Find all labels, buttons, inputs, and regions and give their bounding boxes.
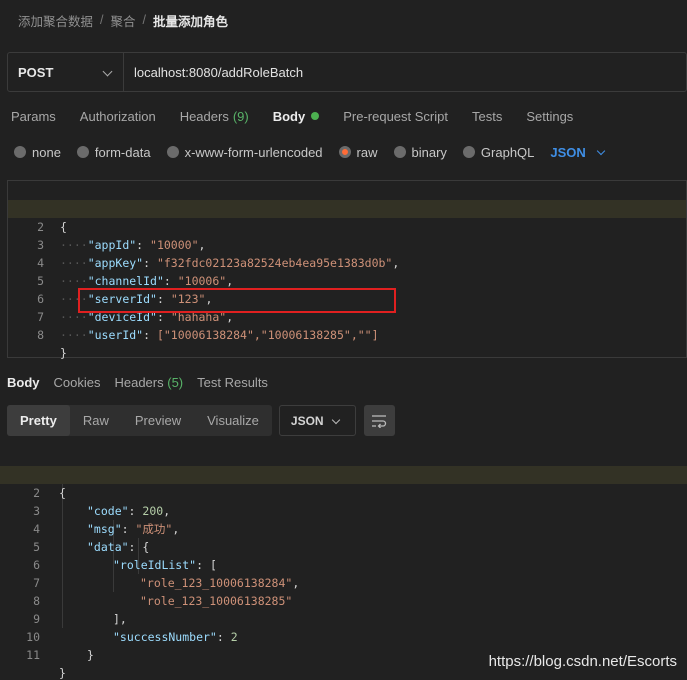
code-line: 11 } — [0, 628, 687, 680]
response-tab-cookies[interactable]: Cookies — [54, 375, 101, 390]
code-line: 6 "role_123_10006138284", — [0, 538, 687, 590]
breadcrumb-current-request[interactable]: 批量添加角色 — [153, 11, 228, 30]
code-line: 7 "role_123_10006138285" — [0, 556, 687, 608]
view-preview-button[interactable]: Preview — [122, 405, 194, 436]
response-tab-body[interactable]: Body — [7, 375, 40, 390]
response-view-toolbar: Pretty Raw Preview Visualize JSON — [7, 405, 395, 436]
response-tab-headers[interactable]: Headers (5) — [114, 375, 183, 390]
chevron-down-icon — [596, 146, 606, 155]
tab-prerequest-script[interactable]: Pre-request Script — [343, 109, 448, 124]
radio-raw-label: raw — [356, 144, 378, 160]
radio-graphql[interactable]: GraphQL — [462, 144, 535, 160]
watermark: https://blog.csdn.net/Escorts — [488, 653, 677, 670]
radio-binary-label: binary — [411, 144, 447, 160]
tab-settings[interactable]: Settings — [526, 109, 573, 124]
code-text: } — [60, 344, 67, 362]
code-line: 3 ····"appKey": "f32fdc02123a82524eb4ea9… — [8, 218, 686, 270]
code-line: 9 "successNumber": 2 — [0, 592, 687, 644]
code-line: 1 { — [0, 448, 687, 500]
wrap-lines-icon — [372, 414, 387, 428]
response-tab-test-results[interactable]: Test Results — [197, 375, 268, 390]
code-line: 5 ····"serverId": "123", — [8, 254, 686, 306]
radio-binary[interactable]: binary — [393, 144, 447, 160]
radio-raw[interactable]: raw — [338, 144, 378, 160]
tab-headers-label: Headers — [179, 108, 229, 124]
code-line: 5 "roleIdList": [ — [0, 520, 687, 572]
radio-icon — [462, 146, 475, 158]
tab-params[interactable]: Params — [11, 109, 56, 124]
code-line: 4 ····"channelId": "10006", — [8, 236, 686, 288]
radio-icon — [393, 146, 406, 158]
brace-close: } — [60, 346, 67, 360]
request-bar: POST localhost:8080/addRoleBatch — [7, 52, 687, 92]
chevron-down-icon — [102, 66, 113, 77]
radio-none[interactable]: none — [14, 145, 61, 160]
tab-headers[interactable]: Headers (9) — [180, 109, 249, 124]
code-text: } — [59, 664, 66, 680]
method-label: POST — [18, 64, 54, 80]
breadcrumb: 添加聚合数据 / 聚合 / 批量添加角色 — [18, 11, 228, 29]
radio-icon — [166, 146, 179, 158]
response-format-select[interactable]: JSON — [278, 405, 356, 436]
response-body-viewer[interactable]: 1 { 2 "code": 200, 3 "msg": "成功", 4 "dat… — [0, 448, 687, 680]
code-line: 1 { — [8, 182, 686, 234]
code-line: 2 "code": 200, — [0, 466, 687, 518]
code-line: 2 ····"appId": "10000", — [8, 200, 686, 252]
language-label: JSON — [550, 144, 586, 160]
view-mode-segmented-control: Pretty Raw Preview Visualize — [7, 405, 272, 436]
json-key: "userId" — [87, 328, 144, 342]
line-number: 11 — [26, 648, 40, 662]
highlight-annotation-box — [78, 288, 396, 313]
radio-urlencoded-label: x-www-form-urlencoded — [184, 144, 323, 160]
json-value: ["10006138284","10006138285",""] — [156, 328, 379, 342]
request-tabs: Params Authorization Headers (9) Body Pr… — [0, 104, 586, 128]
body-type-selector: none form-data x-www-form-urlencoded raw… — [14, 143, 606, 161]
breadcrumb-separator: / — [142, 13, 146, 27]
response-format-label: JSON — [290, 413, 324, 428]
code-line: 3 "msg": "成功", — [0, 484, 687, 536]
wrap-lines-button[interactable] — [363, 405, 395, 436]
radio-selected-icon — [338, 146, 351, 158]
response-tabs: Body Cookies Headers (5) Test Results — [0, 371, 275, 393]
response-headers-count: (5) — [167, 374, 184, 390]
code-line: 8 ], — [0, 574, 687, 626]
headers-count: (9) — [232, 108, 249, 124]
tab-authorization[interactable]: Authorization — [80, 109, 156, 124]
code-text: ····"userId": ["10006138284","1000613828… — [60, 328, 379, 342]
radio-none-label: none — [32, 144, 61, 160]
radio-form-data-label: form-data — [94, 144, 151, 160]
code-line: 4 "data": { — [0, 502, 687, 554]
radio-graphql-label: GraphQL — [480, 144, 535, 160]
breadcrumb-separator: / — [100, 13, 104, 27]
brace-close: } — [59, 666, 66, 680]
tab-body-label: Body — [272, 108, 306, 124]
response-tab-headers-label: Headers — [114, 374, 164, 390]
view-pretty-button[interactable]: Pretty — [7, 405, 70, 436]
radio-form-data[interactable]: form-data — [76, 144, 151, 160]
radio-icon — [76, 146, 89, 158]
breadcrumb-item-folder[interactable]: 聚合 — [111, 11, 136, 30]
breadcrumb-item-collection[interactable]: 添加聚合数据 — [18, 11, 93, 30]
radio-urlencoded[interactable]: x-www-form-urlencoded — [166, 144, 323, 160]
view-visualize-button[interactable]: Visualize — [194, 405, 272, 436]
code-text: } — [87, 646, 94, 664]
method-select[interactable]: POST — [8, 53, 124, 91]
chevron-down-icon — [331, 415, 341, 425]
tab-body[interactable]: Body — [273, 109, 320, 124]
body-indicator-dot-icon — [311, 112, 320, 120]
radio-icon — [14, 146, 26, 158]
language-select[interactable]: JSON — [550, 144, 606, 160]
request-body-editor[interactable]: 1 { 2 ····"appId": "10000", 3 ····"appKe… — [7, 180, 687, 360]
code-line: 10 } — [0, 610, 687, 662]
tab-tests[interactable]: Tests — [472, 109, 502, 124]
brace-close: } — [87, 648, 94, 662]
line-number: 8 — [37, 328, 44, 342]
view-raw-button[interactable]: Raw — [70, 405, 122, 436]
url-input[interactable]: localhost:8080/addRoleBatch — [124, 53, 686, 91]
